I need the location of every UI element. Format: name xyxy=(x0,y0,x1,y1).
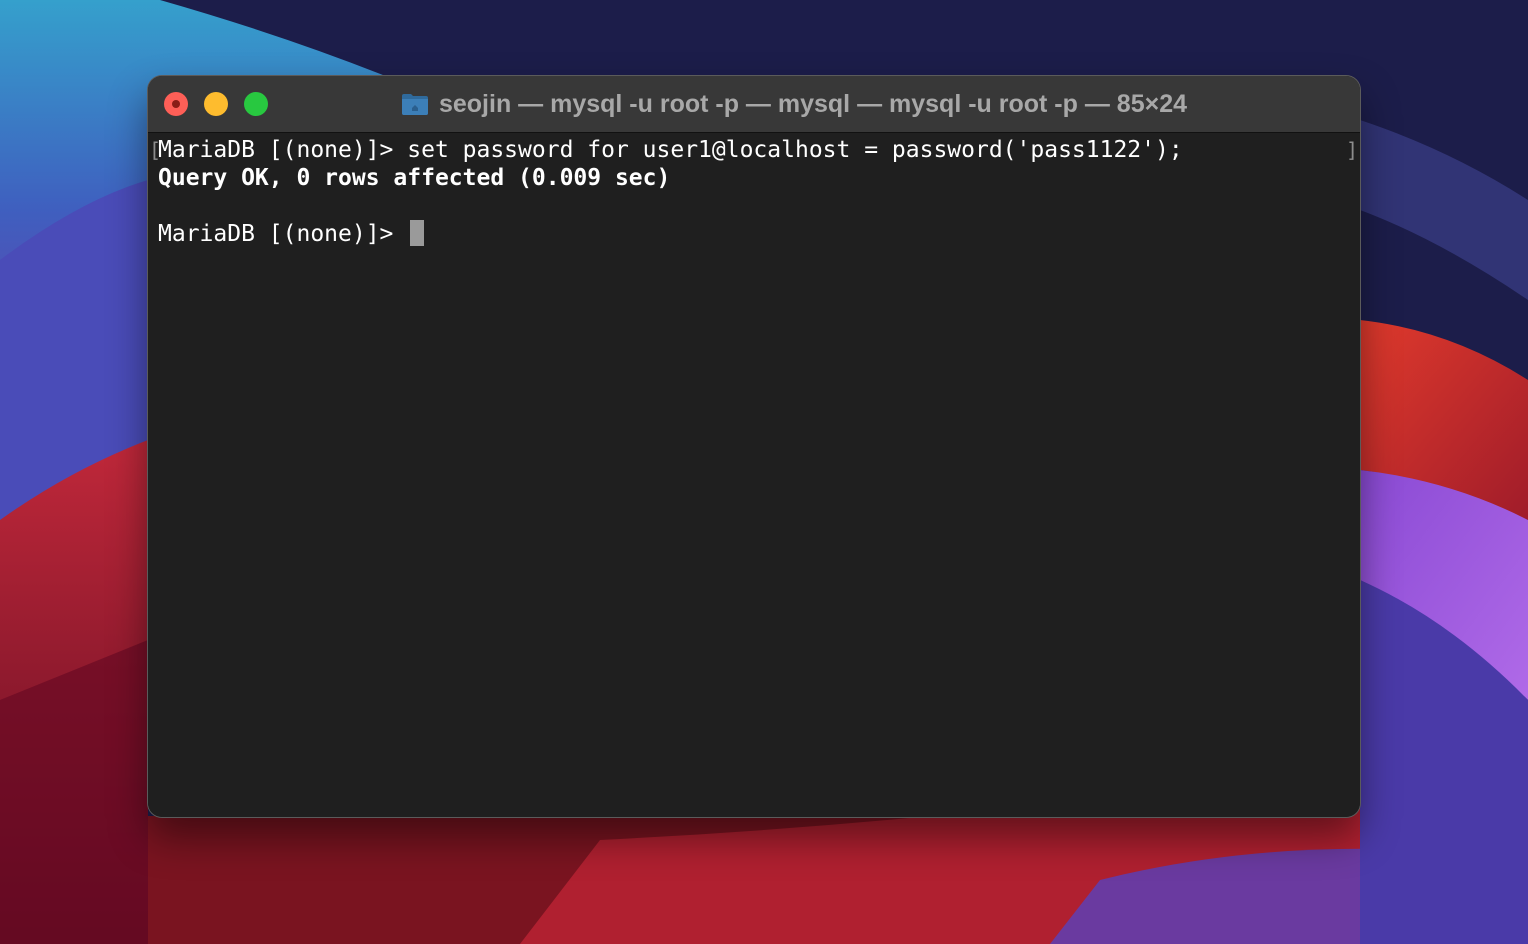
terminal-line-output: Query OK, 0 rows affected (0.009 sec) xyxy=(158,165,671,191)
terminal-window: seojin — mysql -u root -p — mysql — mysq… xyxy=(148,76,1360,817)
window-title-text: seojin — mysql -u root -p — mysql — mysq… xyxy=(438,89,1188,118)
folder-home-icon xyxy=(401,94,428,115)
terminal-content[interactable]: [ ] MariaDB [(none)]> set password for u… xyxy=(148,133,1360,817)
terminal-line-prompt: MariaDB [(none)]> xyxy=(158,221,408,247)
mark-right: ] xyxy=(1346,138,1359,162)
window-title: seojin — mysql -u root -p — mysql — mysq… xyxy=(148,76,1360,132)
text-cursor xyxy=(410,220,424,246)
title-bar[interactable]: seojin — mysql -u root -p — mysql — mysq… xyxy=(148,76,1360,133)
terminal-line-command: MariaDB [(none)]> set password for user1… xyxy=(158,137,1183,163)
